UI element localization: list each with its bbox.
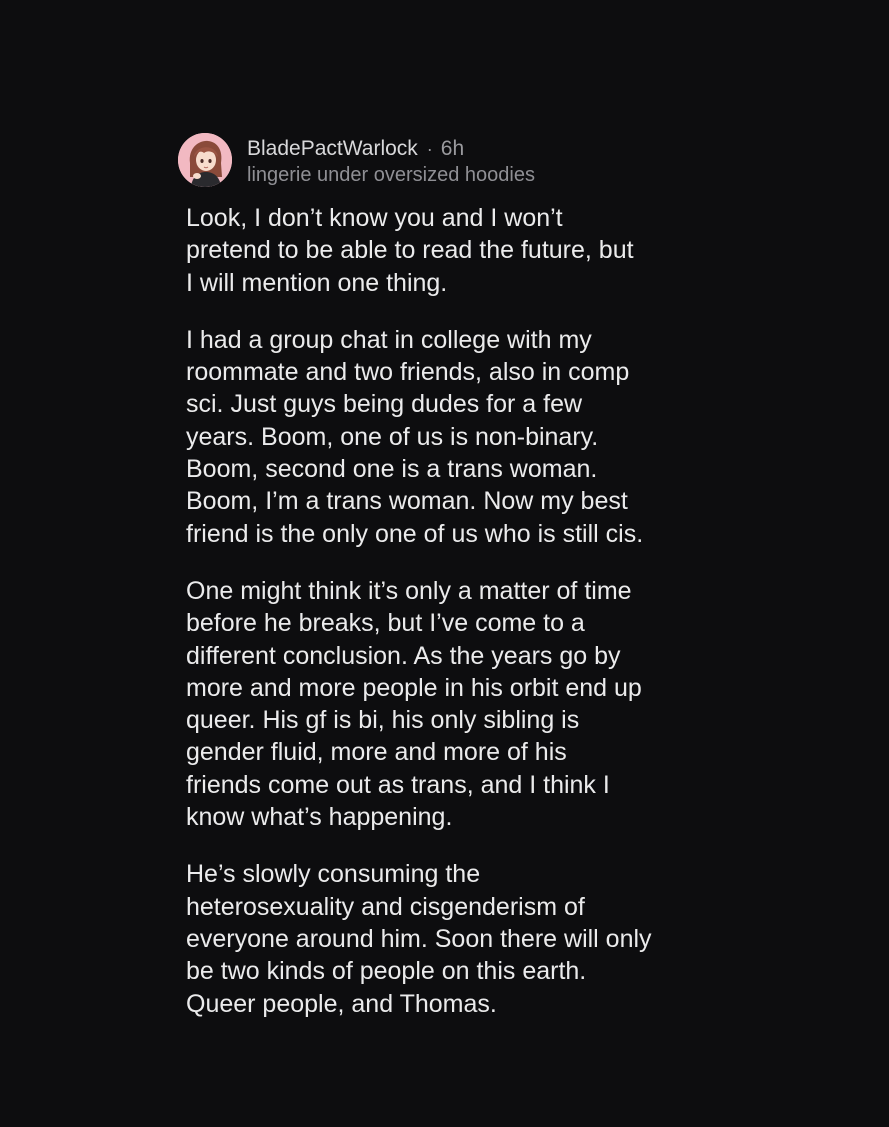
comment-paragraph: I had a group chat in college with my ro… — [186, 325, 644, 548]
username-link[interactable]: BladePactWarlock — [247, 136, 418, 162]
timestamp[interactable]: 6h — [441, 136, 464, 162]
author-line: BladePactWarlock · 6h — [247, 136, 535, 162]
separator-dot: · — [426, 139, 433, 159]
comment-paragraph: One might think it’s only a matter of ti… — [186, 576, 642, 832]
comment-body: Look, I don’t know you and I won’t prete… — [186, 202, 711, 1020]
comment-meta: BladePactWarlock · 6h lingerie under ove… — [247, 133, 535, 188]
avatar-illustration-icon — [178, 133, 232, 187]
comment-paragraph: He’s slowly consuming the heterosexualit… — [186, 860, 652, 1018]
user-flair: lingerie under oversized hoodies — [247, 164, 535, 186]
comment-header: BladePactWarlock · 6h lingerie under ove… — [178, 133, 718, 189]
comment-paragraph: Look, I don’t know you and I won’t prete… — [186, 204, 634, 297]
avatar[interactable] — [178, 133, 232, 187]
comment: BladePactWarlock · 6h lingerie under ove… — [178, 133, 718, 1045]
